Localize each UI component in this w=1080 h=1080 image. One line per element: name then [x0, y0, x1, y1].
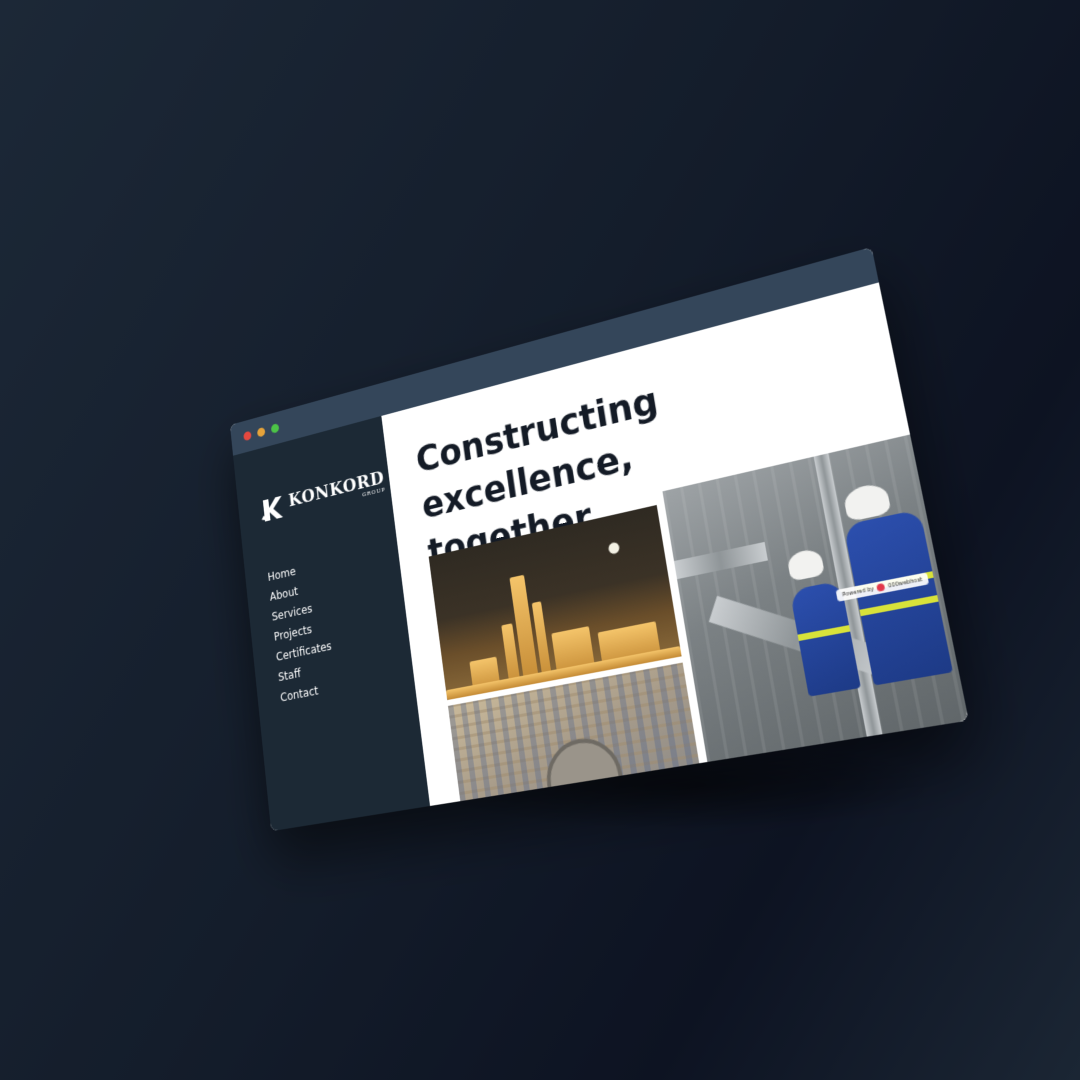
close-window-dot[interactable]: [243, 431, 252, 442]
worker-inspection-photo: Powered by 000webhost: [662, 434, 968, 779]
minimize-window-dot[interactable]: [257, 427, 266, 438]
main-nav: Home About Services Projects Certificate…: [267, 541, 414, 704]
host-logo-icon: [876, 583, 885, 592]
hard-hat: [786, 548, 825, 582]
maximize-window-dot[interactable]: [271, 423, 280, 434]
k-logo-icon: [259, 493, 285, 525]
browser-window: KONKORD GROUP Home About Services Projec…: [230, 247, 969, 831]
storage-tank: [542, 733, 629, 817]
stage: KONKORD GROUP Home About Services Projec…: [0, 0, 1080, 1080]
konkord-logo[interactable]: KONKORD GROUP: [259, 466, 391, 525]
page-content: KONKORD GROUP Home About Services Projec…: [233, 282, 969, 831]
